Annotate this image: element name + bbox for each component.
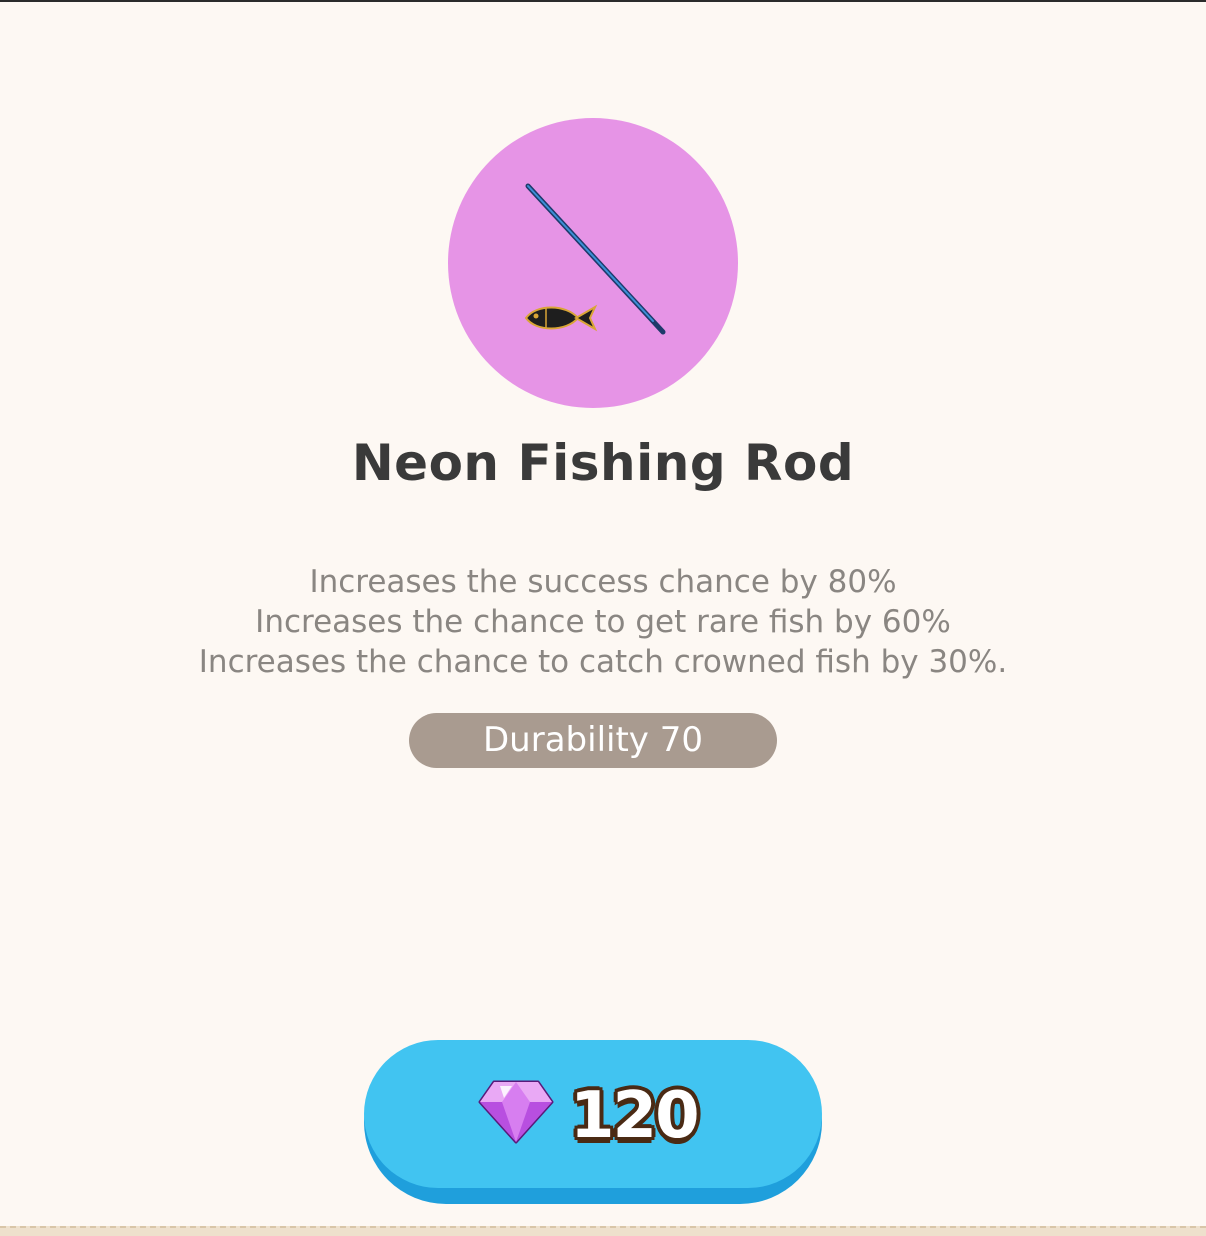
- buy-button-face[interactable]: 120: [364, 1040, 822, 1188]
- buy-button[interactable]: 120: [364, 1040, 822, 1204]
- gem-icon: [478, 1080, 554, 1144]
- item-detail-panel: Neon Fishing Rod Increases the success c…: [0, 0, 1206, 1236]
- item-icon-circle: [448, 118, 738, 408]
- durability-badge: Durability 70: [409, 713, 777, 768]
- item-title: Neon Fishing Rod: [351, 434, 855, 492]
- item-effects: Increases the success chance by 80% Incr…: [0, 562, 1206, 682]
- price-label: 120: [570, 1079, 700, 1153]
- neon-fishing-rod-icon: [524, 183, 666, 335]
- fish-icon: [524, 304, 598, 332]
- effect-line: Increases the chance to catch crowned fi…: [198, 644, 1008, 680]
- bottom-divider: [0, 1226, 1206, 1236]
- effect-line: Increases the success chance by 80%: [309, 564, 897, 600]
- effect-line: Increases the chance to get rare fish by…: [255, 604, 951, 640]
